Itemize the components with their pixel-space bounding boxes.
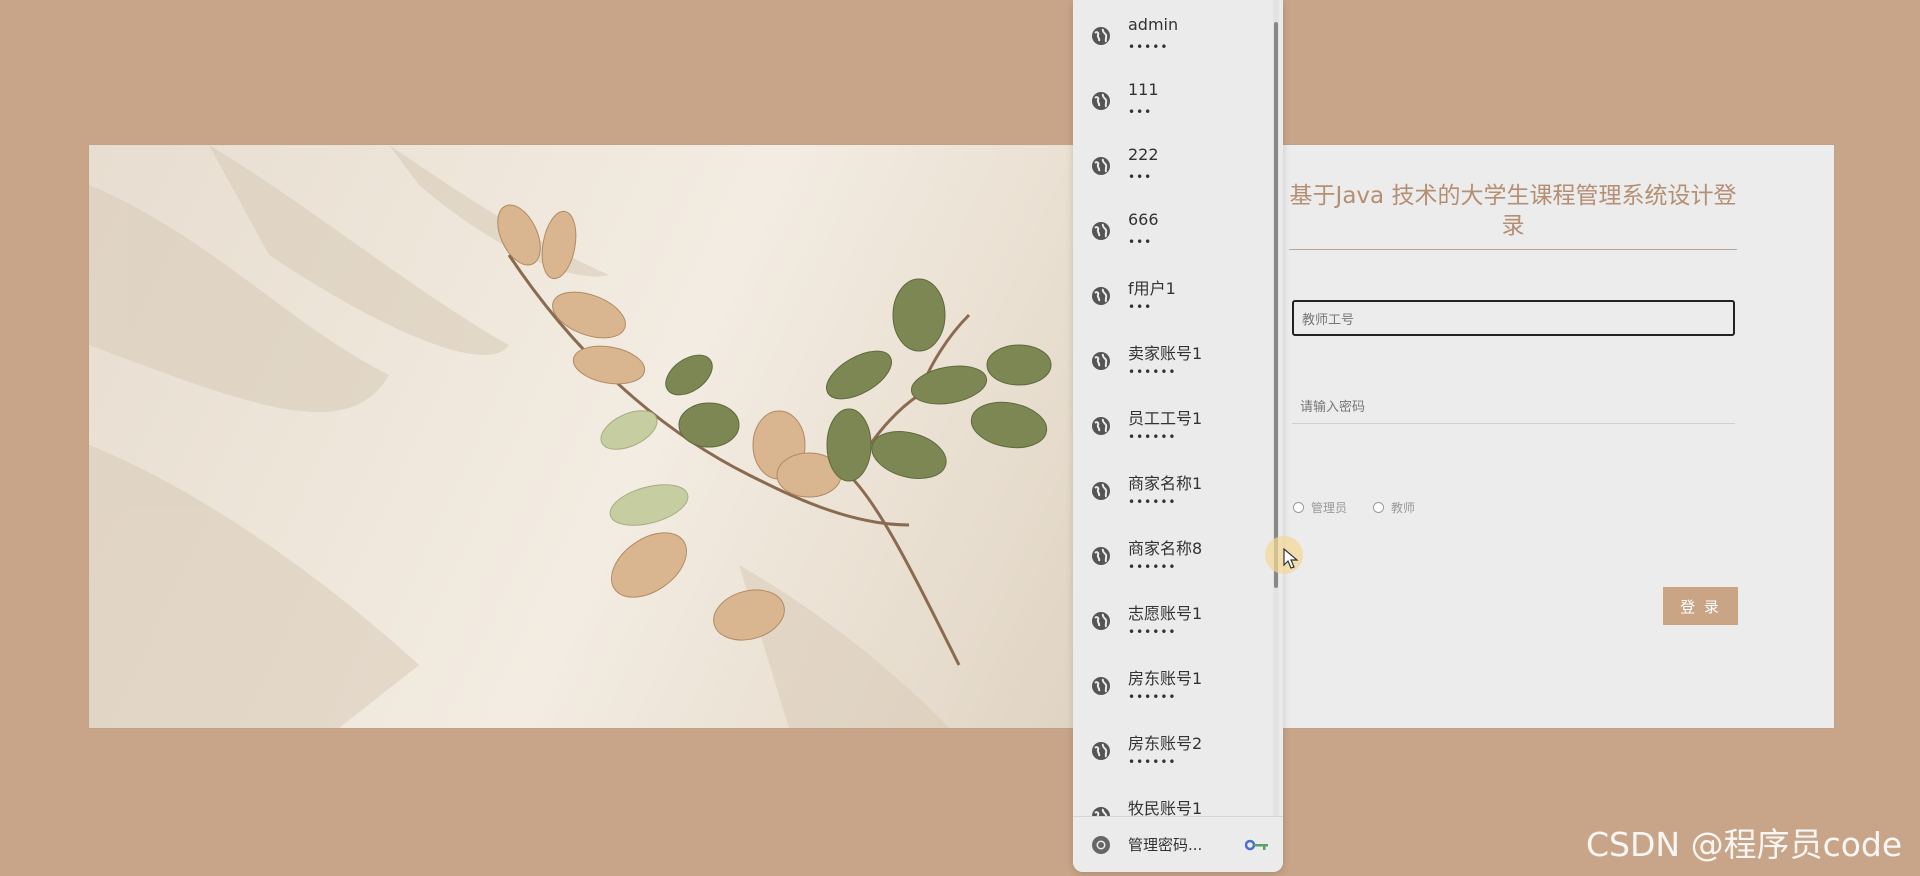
role-radio-admin[interactable]: 管理员 bbox=[1293, 499, 1347, 516]
autofill-username: 员工工号1 bbox=[1128, 409, 1203, 428]
autofill-username: 牧民账号1 bbox=[1128, 799, 1203, 816]
role-radio-group: 管理员 教师 bbox=[1293, 499, 1415, 516]
autofill-password-mask: •••••• bbox=[1128, 430, 1177, 444]
leaf-illustration bbox=[89, 145, 1052, 728]
autofill-password-mask: •••••• bbox=[1128, 495, 1177, 509]
chrome-icon bbox=[1092, 836, 1110, 854]
scrollbar-thumb[interactable] bbox=[1274, 22, 1278, 588]
globe-icon bbox=[1092, 27, 1110, 45]
autofill-username: 商家名称8 bbox=[1128, 539, 1203, 558]
globe-icon bbox=[1092, 742, 1110, 760]
radio-circle-icon[interactable] bbox=[1373, 502, 1385, 513]
autofill-username: 商家名称1 bbox=[1128, 474, 1203, 493]
manage-passwords-label: 管理密码... bbox=[1128, 836, 1203, 854]
globe-icon bbox=[1092, 287, 1110, 305]
globe-icon bbox=[1092, 352, 1110, 370]
password-input[interactable]: 请输入密码 bbox=[1292, 388, 1735, 424]
globe-icon bbox=[1092, 222, 1110, 240]
watermark-text: CSDN @程序员code bbox=[1586, 825, 1903, 864]
password-autofill-dropdown: admin ••••• 111 ••• 222 ••• 666 ••• f用户1… bbox=[1073, 0, 1283, 872]
globe-icon bbox=[1092, 417, 1110, 435]
globe-icon bbox=[1092, 547, 1110, 565]
autofill-item[interactable]: 房东账号1 •••••• bbox=[1073, 650, 1283, 715]
autofill-password-mask: •••••• bbox=[1128, 365, 1177, 379]
role-label-teacher: 教师 bbox=[1391, 501, 1416, 515]
role-radio-teacher[interactable]: 教师 bbox=[1373, 499, 1415, 516]
autofill-item[interactable]: 房东账号2 •••••• bbox=[1073, 715, 1283, 780]
hero-photo bbox=[89, 145, 1089, 728]
autofill-username: 房东账号2 bbox=[1128, 734, 1203, 753]
page-title: 基于Java 技术的大学生课程管理系统设计登录 bbox=[1289, 181, 1737, 250]
autofill-item[interactable]: 商家名称8 •••••• bbox=[1073, 520, 1283, 585]
autofill-item[interactable]: 卖家账号1 •••••• bbox=[1073, 325, 1283, 390]
autofill-item[interactable]: f用户1 ••• bbox=[1073, 260, 1283, 325]
globe-icon bbox=[1092, 677, 1110, 695]
password-placeholder: 请输入密码 bbox=[1300, 400, 1366, 415]
autofill-password-mask: •••••• bbox=[1128, 625, 1177, 639]
autofill-item[interactable]: 666 ••• bbox=[1073, 195, 1283, 260]
autofill-password-mask: ••• bbox=[1128, 170, 1153, 184]
autofill-username: 222 bbox=[1128, 145, 1159, 164]
login-button[interactable]: 登 录 bbox=[1663, 587, 1738, 625]
login-card: 基于Java 技术的大学生课程管理系统设计登录 教师工号 请输入密码 管理员 教… bbox=[89, 145, 1834, 728]
autofill-password-mask: ••• bbox=[1128, 300, 1153, 314]
autofill-password-mask: •••••• bbox=[1128, 690, 1177, 704]
account-placeholder: 教师工号 bbox=[1302, 312, 1355, 328]
globe-icon bbox=[1092, 482, 1110, 500]
autofill-item[interactable]: 员工工号1 •••••• bbox=[1073, 390, 1283, 455]
globe-icon bbox=[1092, 157, 1110, 175]
autofill-username: 111 bbox=[1128, 80, 1159, 99]
autofill-username: 房东账号1 bbox=[1128, 669, 1203, 688]
autofill-item[interactable]: 222 ••• bbox=[1073, 130, 1283, 195]
autofill-username: 志愿账号1 bbox=[1128, 604, 1203, 623]
autofill-username: 666 bbox=[1128, 210, 1159, 229]
autofill-password-mask: •••••• bbox=[1128, 560, 1177, 574]
autofill-username: 卖家账号1 bbox=[1128, 344, 1203, 363]
autofill-password-mask: •••••• bbox=[1128, 755, 1177, 769]
account-input[interactable]: 教师工号 bbox=[1292, 300, 1735, 336]
role-label-admin: 管理员 bbox=[1311, 501, 1348, 515]
key-icon bbox=[1245, 839, 1268, 851]
radio-circle-icon[interactable] bbox=[1293, 502, 1304, 513]
autofill-item[interactable]: 牧民账号1 bbox=[1073, 780, 1283, 816]
cursor-arrow-icon bbox=[1283, 548, 1299, 569]
autofill-item[interactable]: 商家名称1 •••••• bbox=[1073, 455, 1283, 520]
autofill-item[interactable]: 志愿账号1 •••••• bbox=[1073, 585, 1283, 650]
autofill-username: admin bbox=[1128, 15, 1179, 34]
autofill-username: f用户1 bbox=[1128, 279, 1176, 298]
manage-passwords-row[interactable]: 管理密码... bbox=[1073, 816, 1283, 872]
autofill-item[interactable]: admin ••••• bbox=[1073, 0, 1283, 65]
globe-icon bbox=[1092, 612, 1110, 630]
mouse-cursor-highlight bbox=[1265, 536, 1303, 574]
autofill-list: admin ••••• 111 ••• 222 ••• 666 ••• f用户1… bbox=[1073, 0, 1283, 816]
autofill-item[interactable]: 111 ••• bbox=[1073, 65, 1283, 130]
globe-icon bbox=[1092, 92, 1110, 110]
autofill-password-mask: ••••• bbox=[1128, 40, 1169, 54]
autofill-password-mask: ••• bbox=[1128, 105, 1153, 119]
autofill-password-mask: ••• bbox=[1128, 235, 1153, 249]
globe-icon bbox=[1092, 807, 1110, 816]
